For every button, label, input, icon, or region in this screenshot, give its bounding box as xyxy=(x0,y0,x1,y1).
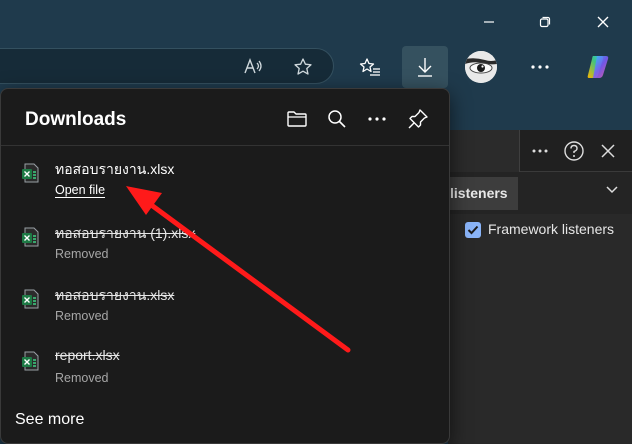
file-name: ทอสอบรายงาน.xlsx xyxy=(55,287,175,303)
search-icon xyxy=(328,110,346,128)
more-icon xyxy=(368,117,386,121)
file-name: ทอสอบรายงาน (1).xlsx xyxy=(55,225,196,241)
file-status: Removed xyxy=(55,371,109,385)
favorites-list-icon xyxy=(359,58,380,76)
devtools-tab-overflow-button[interactable] xyxy=(603,182,621,198)
devtools-help-button[interactable] xyxy=(562,139,586,163)
downloads-button[interactable] xyxy=(402,46,448,88)
framework-listeners-checkbox[interactable] xyxy=(465,222,481,238)
excel-file-icon xyxy=(22,351,39,371)
excel-file-icon xyxy=(22,163,39,183)
copilot-icon xyxy=(587,56,609,78)
minimize-button[interactable] xyxy=(466,4,512,40)
download-item[interactable]: report.xlsx Removed xyxy=(1,347,449,407)
close-icon xyxy=(597,16,609,28)
excel-file-icon xyxy=(22,289,39,309)
file-name: ทอสอบรายงาน.xlsx xyxy=(55,161,175,177)
favorite-button[interactable] xyxy=(285,49,321,85)
title-bar xyxy=(0,0,632,44)
file-name: report.xlsx xyxy=(55,347,120,363)
pin-icon xyxy=(408,109,428,129)
minimize-icon xyxy=(484,21,494,23)
profile-avatar[interactable] xyxy=(465,51,497,83)
open-file-link[interactable]: Open file xyxy=(55,183,105,197)
download-item[interactable]: ทอสอบรายงาน (1).xlsx Removed xyxy=(1,223,449,283)
restore-icon xyxy=(539,16,551,28)
more-icon xyxy=(532,149,548,153)
close-icon xyxy=(601,144,615,158)
devtools-left-strip xyxy=(448,130,520,172)
more-icon xyxy=(531,65,549,69)
excel-file-icon xyxy=(22,227,39,247)
settings-more-button[interactable] xyxy=(522,49,558,85)
download-item[interactable]: ทอสอบรายงาน.xlsx Open file xyxy=(1,159,449,219)
open-downloads-folder-button[interactable] xyxy=(283,105,311,133)
close-button[interactable] xyxy=(580,4,626,40)
star-icon xyxy=(294,58,312,75)
read-aloud-button[interactable] xyxy=(236,49,272,85)
favorites-button[interactable] xyxy=(352,49,388,85)
see-more-link[interactable]: See more xyxy=(15,411,84,429)
search-downloads-button[interactable] xyxy=(323,105,351,133)
address-bar[interactable] xyxy=(0,48,334,84)
framework-listeners-label: Framework listeners xyxy=(488,221,615,237)
pin-downloads-button[interactable] xyxy=(404,105,432,133)
devtools-close-button[interactable] xyxy=(597,140,619,162)
browser-toolbar xyxy=(0,44,632,90)
download-icon xyxy=(418,58,432,77)
file-status: Removed xyxy=(55,247,109,261)
help-icon xyxy=(564,141,584,161)
folder-icon xyxy=(287,111,307,127)
chevron-down-icon xyxy=(606,186,618,194)
download-item[interactable]: ทอสอบรายงาน.xlsx Removed xyxy=(1,285,449,345)
restore-button[interactable] xyxy=(522,4,568,40)
profile-eye-icon xyxy=(465,51,497,83)
flyout-divider xyxy=(1,145,449,146)
file-status: Removed xyxy=(55,309,109,323)
more-options-button[interactable] xyxy=(363,105,391,133)
checkmark-icon xyxy=(467,225,479,235)
read-aloud-icon xyxy=(244,58,262,74)
tab-event-listeners[interactable]: listeners xyxy=(448,177,518,210)
downloads-flyout: Downloads ทอสอบรายงาน.xlsx Open file ทอส… xyxy=(0,88,450,444)
flyout-title: Downloads xyxy=(25,109,127,130)
copilot-button[interactable] xyxy=(580,49,616,85)
devtools-more-button[interactable] xyxy=(528,140,552,162)
